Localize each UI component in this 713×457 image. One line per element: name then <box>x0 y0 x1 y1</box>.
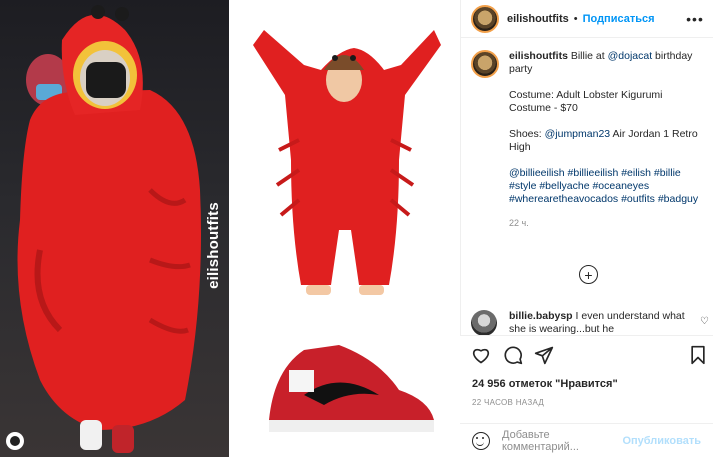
mention-jumpman23[interactable]: @jumpman23 <box>545 128 611 140</box>
caption-line1-prefix: Billie at <box>570 50 608 62</box>
photo-billie-lobster-costume: eilishoutfits <box>0 0 229 457</box>
caption-avatar[interactable] <box>471 50 499 78</box>
post-comment-button[interactable]: Опубликовать <box>622 435 701 447</box>
more-options-icon[interactable]: ••• <box>686 11 703 27</box>
add-comment-bar: Добавьте комментарий... Опубликовать <box>460 423 713 457</box>
load-more-comments-icon[interactable]: + <box>579 265 598 284</box>
comment-like-icon[interactable]: ♡ <box>700 316 709 327</box>
mention-dojacat[interactable]: @dojacat <box>608 50 653 62</box>
likes-count[interactable]: 24 956 отметок "Нравится" <box>472 378 618 390</box>
caption-section: eilishoutfits Billie at @dojacat birthda… <box>471 50 705 230</box>
emoji-icon[interactable] <box>472 432 490 450</box>
kigurumi-and-sneaker-illustration <box>253 30 441 432</box>
follow-button[interactable]: Подписаться <box>583 13 655 25</box>
product-images <box>229 0 460 457</box>
post-actions: 24 956 отметок "Нравится" 22 ЧАСОВ НАЗАД… <box>460 335 713 457</box>
instagram-post-view: eilishoutfits eilishoutfits • Подписатьс… <box>0 0 713 457</box>
instagram-logo-icon <box>6 432 24 450</box>
post-image[interactable]: eilishoutfits <box>0 0 460 457</box>
watermark-text: eilishoutfits <box>204 201 222 289</box>
caption-costume: Costume: Adult Lobster Kigurumi Costume … <box>509 89 663 114</box>
comment-text: billie.babysp I even understand what she… <box>509 310 689 334</box>
post-date[interactable]: 22 ЧАСОВ НАЗАД <box>472 398 544 407</box>
caption-username[interactable]: eilishoutfits <box>509 50 568 62</box>
author-username[interactable]: eilishoutfits <box>507 13 569 25</box>
comment-input[interactable]: Добавьте комментарий... <box>502 429 622 453</box>
comment-bubble-icon[interactable] <box>503 345 523 365</box>
author-avatar[interactable] <box>471 4 499 33</box>
share-send-icon[interactable] <box>534 345 554 365</box>
header-separator: • <box>573 12 578 25</box>
action-icons-row <box>471 345 706 367</box>
commenter-avatar[interactable] <box>471 310 497 336</box>
caption-hashtags[interactable]: @billieeilish #billieeilish #eilish #bil… <box>509 167 705 206</box>
caption-shoes-prefix: Shoes: <box>509 128 545 140</box>
post-header: eilishoutfits • Подписаться ••• <box>461 0 713 38</box>
save-bookmark-icon[interactable] <box>688 345 708 365</box>
commenter-username[interactable]: billie.babysp <box>509 310 573 322</box>
caption-text: eilishoutfits Billie at @dojacat birthda… <box>509 50 705 230</box>
comment-item: billie.babysp I even understand what she… <box>471 310 709 336</box>
lobster-costume-illustration <box>17 5 201 453</box>
like-heart-icon[interactable] <box>471 345 491 365</box>
caption-timestamp: 22 ч. <box>509 218 529 228</box>
